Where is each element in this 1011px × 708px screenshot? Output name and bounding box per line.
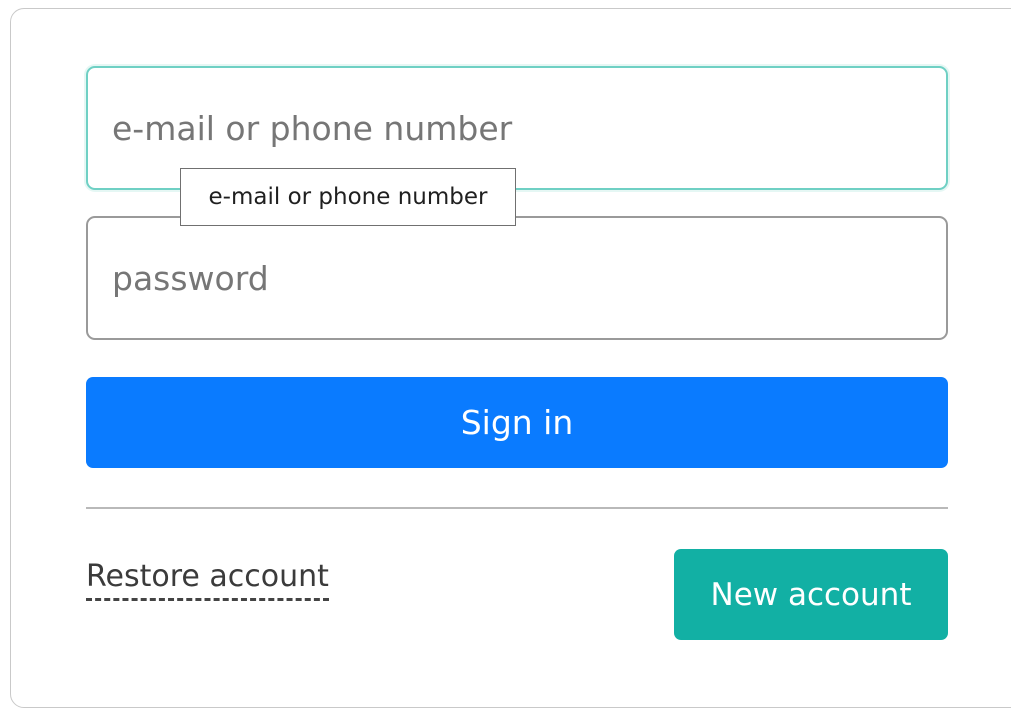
sign-in-button[interactable]: Sign in	[86, 377, 948, 468]
restore-account-link[interactable]: Restore account	[86, 558, 329, 601]
divider	[86, 507, 948, 509]
email-input-tooltip: e-mail or phone number	[180, 168, 516, 226]
new-account-button[interactable]: New account	[674, 549, 948, 640]
password-input[interactable]	[86, 216, 948, 340]
